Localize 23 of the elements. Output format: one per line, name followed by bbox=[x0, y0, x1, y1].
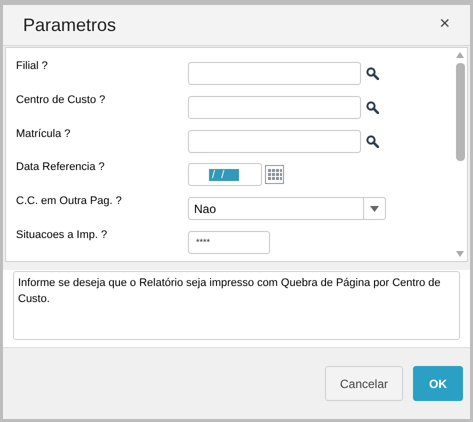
input-field[interactable] bbox=[188, 130, 361, 153]
field-label: Filial ? bbox=[16, 59, 49, 74]
field-label: C.C. em Outra Pag. ? bbox=[16, 194, 123, 210]
field-label: Centro de Custo ? bbox=[16, 92, 106, 108]
dropdown-arrow-icon[interactable] bbox=[370, 206, 379, 212]
input-field[interactable] bbox=[188, 62, 361, 85]
search-icon[interactable] bbox=[366, 134, 379, 148]
dropdown[interactable]: Nao bbox=[188, 197, 386, 220]
dialog-title: Parametros bbox=[23, 14, 116, 36]
cancel-button[interactable]: Cancelar bbox=[325, 366, 403, 401]
scroll-up-icon[interactable] bbox=[456, 52, 464, 58]
help-text: Informe se deseja que o Relatório seja impresso com Quebra de Página por Centro de Custo. bbox=[13, 271, 460, 340]
calendar-icon[interactable] bbox=[265, 165, 284, 184]
search-icon[interactable] bbox=[366, 100, 379, 114]
field-label: Situacoes a Imp. ? bbox=[16, 228, 108, 244]
input-field[interactable] bbox=[188, 96, 361, 119]
scroll-down-icon[interactable] bbox=[456, 251, 464, 257]
close-button[interactable]: × bbox=[439, 14, 450, 32]
scrollbar-thumb[interactable] bbox=[456, 63, 464, 161]
field-label: Data Referencia ? bbox=[16, 160, 106, 176]
input-field[interactable]: **** bbox=[188, 231, 270, 254]
field-label: Matrícula ? bbox=[16, 126, 72, 142]
search-icon[interactable] bbox=[366, 67, 379, 80]
